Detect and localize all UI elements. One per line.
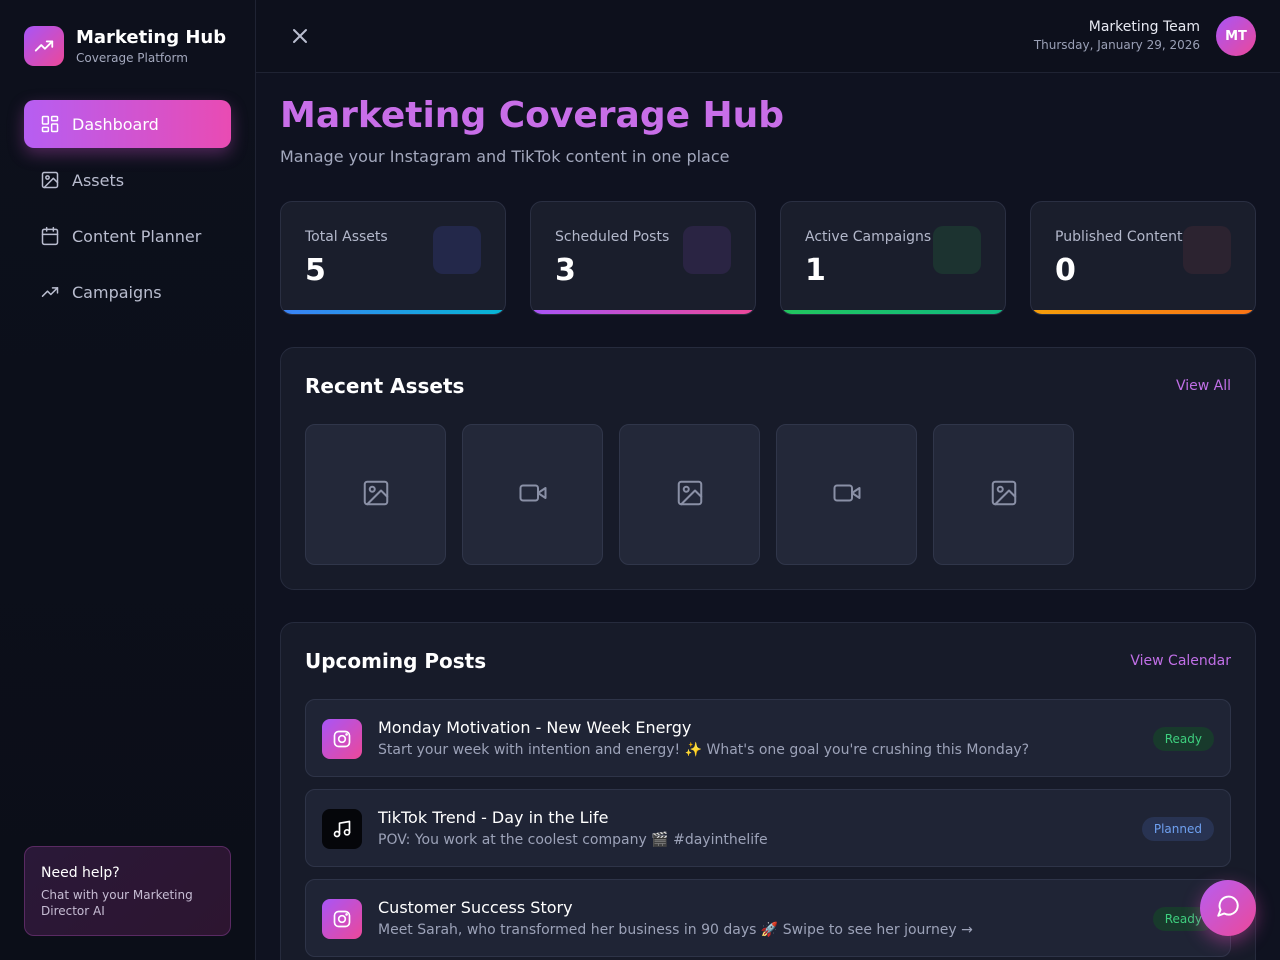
calendar-icon [40,226,60,246]
section-title: Recent Assets [305,374,465,398]
upcoming-posts-panel: Upcoming Posts View Calendar Monday Moti… [280,622,1256,960]
image-icon [675,478,705,512]
user-name: Marketing Team [1088,19,1200,35]
trending-up-icon [40,282,60,302]
asset-tile[interactable] [462,424,603,565]
asset-tile[interactable] [305,424,446,565]
stat-label: Active Campaigns [805,229,932,245]
asset-tile[interactable] [776,424,917,565]
stat-icon [433,226,481,274]
stat-value: 1 [805,253,826,288]
dashboard-icon [40,114,60,134]
stats-row: Total Assets 5 Scheduled Posts 3 Active … [280,201,1256,315]
section-title: Upcoming Posts [305,649,487,673]
help-card[interactable]: Need help? Chat with your Marketing Dire… [24,846,231,936]
status-badge: Planned [1141,817,1214,841]
sidebar-item-label: Dashboard [72,114,159,134]
stat-accent-bar [1031,310,1255,314]
sidebar-item-label: Campaigns [72,282,162,302]
brand-subtitle: Coverage Platform [76,51,188,65]
post-description: Meet Sarah, who transformed her business… [378,922,973,938]
post-title: TikTok Trend - Day in the Life [378,808,609,827]
recent-assets-panel: Recent Assets View All [280,347,1256,590]
status-badge: Ready [1152,727,1214,751]
trending-up-icon [24,26,64,66]
help-title: Need help? [41,865,120,881]
stat-label: Published Content [1055,229,1183,245]
view-all-link[interactable]: View All [1176,378,1231,394]
top-bar: Marketing Team Thursday, January 29, 202… [256,0,1280,73]
music-note-icon [322,809,362,849]
avatar[interactable]: MT [1216,16,1256,56]
stat-accent-bar [781,310,1005,314]
video-icon [832,478,862,512]
sidebar-item-dashboard[interactable]: Dashboard [24,100,231,148]
page-title: Marketing Coverage Hub [280,95,785,136]
image-icon [989,478,1019,512]
stat-card-scheduled-posts: Scheduled Posts 3 [530,201,756,315]
stat-value: 3 [555,253,576,288]
sidebar-item-label: Assets [72,170,125,190]
page-subtitle: Manage your Instagram and TikTok content… [280,147,730,166]
sidebar-item-campaigns[interactable]: Campaigns [24,268,231,316]
brand[interactable]: Marketing Hub Coverage Platform [24,26,226,66]
sidebar-item-assets[interactable]: Assets [24,156,231,204]
post-description: POV: You work at the coolest company 🎬 #… [378,832,768,848]
instagram-icon [322,899,362,939]
instagram-icon [322,719,362,759]
post-row[interactable]: TikTok Trend - Day in the Life POV: You … [305,789,1231,867]
stat-label: Scheduled Posts [555,229,670,245]
stat-value: 5 [305,253,326,288]
post-title: Customer Success Story [378,898,573,917]
post-title: Monday Motivation - New Week Energy [378,718,692,737]
view-calendar-link[interactable]: View Calendar [1130,653,1231,669]
chat-bubble-icon [1215,893,1241,923]
image-icon [40,170,60,190]
stat-icon [933,226,981,274]
stat-icon [1183,226,1231,274]
post-row[interactable]: Customer Success Story Meet Sarah, who t… [305,879,1231,957]
sidebar: Marketing Hub Coverage Platform Dashboar… [0,0,256,960]
video-icon [518,478,548,512]
stat-label: Total Assets [305,229,388,245]
sidebar-nav: Dashboard Assets Content Planner Campaig… [24,100,231,324]
stat-icon [683,226,731,274]
stat-accent-bar [531,310,755,314]
chat-button[interactable] [1200,880,1256,936]
help-text: Chat with your Marketing Director AI [41,888,193,918]
sidebar-item-label: Content Planner [72,226,202,246]
close-icon[interactable] [288,24,312,48]
stat-value: 0 [1055,253,1076,288]
user-info: Marketing Team Thursday, January 29, 202… [1034,19,1200,52]
stat-card-active-campaigns: Active Campaigns 1 [780,201,1006,315]
stat-accent-bar [281,310,505,314]
stat-card-total-assets: Total Assets 5 [280,201,506,315]
brand-title: Marketing Hub [76,27,227,48]
image-icon [361,478,391,512]
stat-card-published-content: Published Content 0 [1030,201,1256,315]
post-row[interactable]: Monday Motivation - New Week Energy Star… [305,699,1231,777]
post-description: Start your week with intention and energ… [378,742,1030,758]
asset-tile[interactable] [933,424,1074,565]
sidebar-item-content-planner[interactable]: Content Planner [24,212,231,260]
current-date: Thursday, January 29, 2026 [1033,38,1200,52]
asset-tile[interactable] [619,424,760,565]
